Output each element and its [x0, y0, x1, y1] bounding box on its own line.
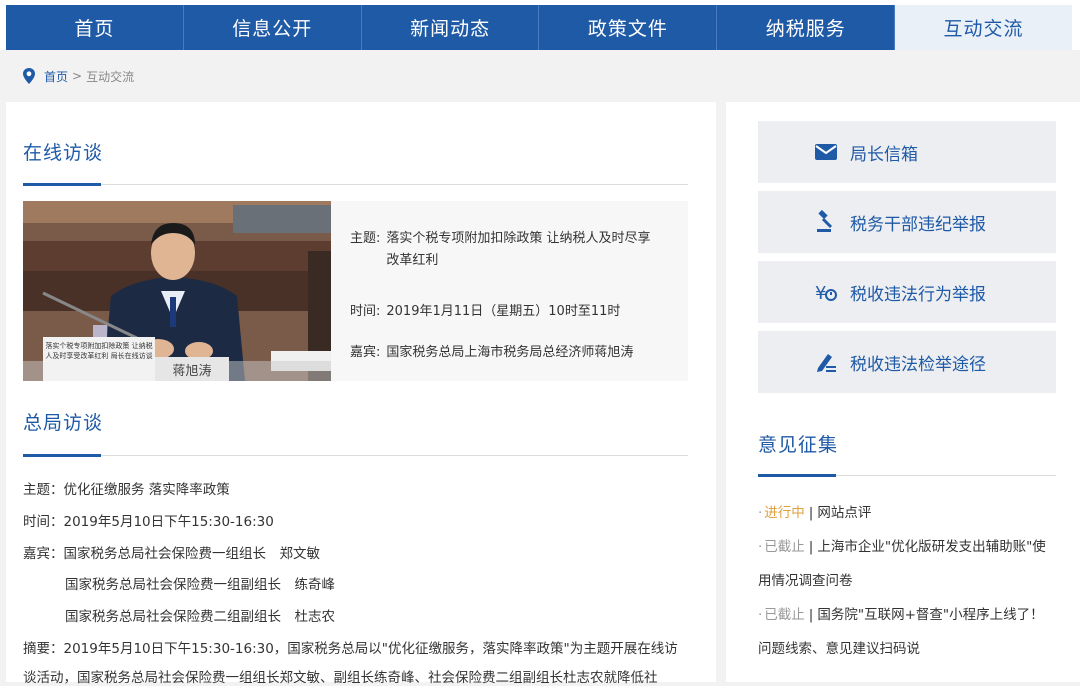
bureau-guest-1: 嘉宾：国家税务总局社会保险费一组组长 郑文敏	[23, 546, 320, 562]
bureau-summary: 摘要：2019年5月10日下午15:30-16:30，国家税务总局以"优化征缴服…	[23, 641, 678, 657]
opinion-item[interactable]: · 已截止 | 上海市企业"优化版研发支出辅助账"使 用情况调查问卷	[758, 530, 1058, 598]
opinion-item[interactable]: · 进行中 | 网站点评	[758, 496, 1058, 530]
sidebar-panel: 局长信箱 税务干部违纪举报 ¥ 税收违法行为举报 税收违法检举途径 意见征集 ·…	[726, 102, 1080, 682]
opinion-collection-title[interactable]: 意见征集	[758, 430, 838, 457]
nav-item-tax-service[interactable]: 纳税服务	[717, 5, 896, 50]
opinion-item[interactable]: · 已截止 | 国务院"互联网+督查"小程序上线了！ 问题线索、意见建议扫码说	[758, 598, 1058, 666]
bureau-interview-divider	[23, 454, 688, 457]
bureau-guest-2: 国家税务总局社会保险费一组副组长 练奇峰	[65, 577, 335, 593]
nav-item-info-disclosure[interactable]: 信息公开	[184, 5, 362, 50]
opinion-divider	[758, 474, 1056, 477]
gavel-icon	[817, 210, 833, 232]
online-time-label: 时间:	[350, 304, 381, 319]
online-interview-card[interactable]: 落实个税专项附加扣除政策 让纳税人及时享受改革红利 局长在线访谈 蒋旭涛 主题:…	[23, 201, 688, 381]
opinion-text[interactable]: 网站点评	[817, 505, 871, 521]
online-guest-row: 嘉宾: 国家税务总局上海市税务局总经济师蒋旭涛	[350, 342, 676, 364]
tax-violation-channel-button[interactable]: 税收违法检举途径	[758, 331, 1056, 393]
online-interview-divider	[23, 183, 688, 186]
opinion-list: · 进行中 | 网站点评 · 已截止 | 上海市企业"优化版研发支出辅助账"使 用情况调查问…	[758, 496, 1058, 666]
top-nav: 首页 信息公开 新闻动态 政策文件 纳税服务 互动交流	[0, 0, 1080, 50]
bureau-interview-title[interactable]: 总局访谈	[23, 408, 103, 435]
online-time: 2019年1月11日（星期五）10时至11时	[386, 304, 621, 319]
interview-photo[interactable]: 落实个税专项附加扣除政策 让纳税人及时享受改革红利 局长在线访谈 蒋旭涛	[23, 201, 331, 381]
bureau-topic: 主题：优化征缴服务 落实降率政策	[23, 482, 230, 498]
online-time-row: 时间: 2019年1月11日（星期五）10时至11时	[350, 301, 661, 323]
photo-name-caption: 蒋旭涛	[172, 364, 212, 379]
online-topic[interactable]: 落实个税专项附加扣除政策 让纳税人及时尽享改革红利	[386, 228, 661, 272]
opinion-status: 已截止	[764, 539, 805, 555]
tax-violation-report-label: 税收违法行为举报	[850, 284, 986, 305]
tax-violation-report-button[interactable]: ¥ 税收违法行为举报	[758, 261, 1056, 323]
location-pin-icon	[23, 68, 35, 84]
svg-text:¥: ¥	[815, 283, 826, 304]
opinion-text[interactable]: 上海市企业"优化版研发支出辅助账"使	[817, 539, 1045, 555]
breadcrumb-current: 互动交流	[86, 69, 135, 84]
nav-item-home[interactable]: 首页	[6, 5, 184, 50]
director-mailbox-button[interactable]: 局长信箱	[758, 121, 1056, 183]
breadcrumb-separator: >	[72, 69, 83, 83]
main-content-panel: 在线访谈 落实个税专项附加扣除政策 让纳税人及时享受改革红利 局长在线访谈 蒋旭…	[6, 102, 716, 686]
opinion-status: 进行中	[764, 505, 805, 521]
report-icon: ¥	[815, 283, 837, 304]
online-topic-label: 主题:	[350, 231, 381, 246]
nav-item-interaction[interactable]: 互动交流	[895, 5, 1072, 50]
online-topic-row: 主题: 落实个税专项附加扣除政策 让纳税人及时尽享改革红利	[350, 228, 661, 272]
opinion-text-continued[interactable]: 问题线索、意见建议扫码说	[758, 641, 920, 657]
nav-item-policy[interactable]: 政策文件	[539, 5, 718, 50]
director-mailbox-label: 局长信箱	[850, 144, 918, 165]
bureau-summary-2: 谈活动，国家税务总局社会保险费一组组长郑文敏、副组长练奇峰、社会保险费二组副组长…	[23, 670, 658, 686]
opinion-status: 已截止	[764, 607, 805, 623]
online-guest: 国家税务总局上海市税务局总经济师蒋旭涛	[386, 345, 634, 360]
bureau-time: 时间：2019年5月10日下午15:30-16:30	[23, 514, 274, 530]
mail-icon	[815, 144, 837, 160]
breadcrumb: 首页 > 互动交流	[22, 66, 134, 86]
cadre-discipline-report-button[interactable]: 税务干部违纪举报	[758, 191, 1056, 253]
photo-name-sign: 落实个税专项附加扣除政策 让纳税人及时享受改革红利 局长在线访谈	[45, 342, 153, 360]
opinion-text-continued[interactable]: 用情况调查问卷	[758, 573, 853, 589]
opinion-text[interactable]: 国务院"互联网+督查"小程序上线了！	[817, 607, 1043, 623]
bureau-guest-3: 国家税务总局社会保险费二组副组长 杜志农	[65, 609, 335, 625]
cadre-discipline-report-label: 税务干部违纪举报	[850, 214, 986, 235]
breadcrumb-home-link[interactable]: 首页	[44, 68, 68, 85]
online-guest-label: 嘉宾:	[350, 345, 381, 360]
nav-item-news[interactable]: 新闻动态	[362, 5, 540, 50]
nav-bar: 首页 信息公开 新闻动态 政策文件 纳税服务 互动交流	[6, 5, 1072, 50]
online-interview-title[interactable]: 在线访谈	[23, 138, 103, 165]
tax-violation-channel-label: 税收违法检举途径	[850, 354, 986, 375]
pen-icon	[817, 354, 836, 372]
